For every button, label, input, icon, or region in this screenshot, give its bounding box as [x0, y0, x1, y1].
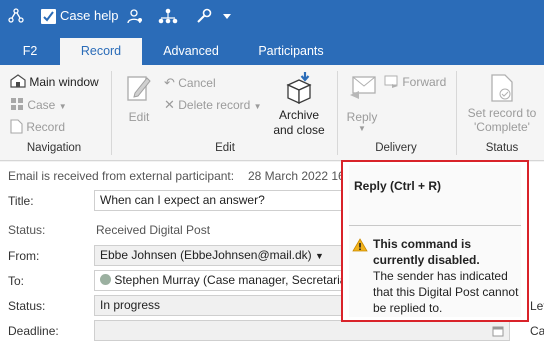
status-group-label: Status [485, 142, 519, 154]
status-label: Status: [8, 223, 46, 237]
title-bar: Case help [0, 0, 544, 32]
presence-dot-icon [100, 274, 111, 285]
forward-label: Forward [402, 75, 447, 89]
set-record-line1: Set record to [467, 106, 537, 120]
received-date: 28 March 2022 16 [248, 169, 345, 183]
main-window-button[interactable]: Main window [10, 74, 99, 89]
archive-label-line2: and close [273, 123, 325, 137]
warning-icon [352, 238, 368, 255]
status-field[interactable]: In progress [94, 295, 346, 316]
ribbon: Main window Case ▼ Record Navigation Edi… [0, 65, 544, 161]
calendar-icon[interactable] [492, 325, 504, 337]
org-chart-icon[interactable] [156, 0, 180, 32]
navigation-group-label: Navigation [26, 142, 82, 154]
edit-button[interactable]: Edit [120, 73, 158, 133]
record-icon [10, 119, 23, 134]
main-window-icon [10, 74, 26, 88]
deadline-label: Deadline: [8, 324, 59, 338]
case-dropdown-icon: ▼ [58, 102, 67, 111]
cancel-label: Cancel [178, 76, 216, 90]
deadline-field[interactable] [94, 320, 510, 341]
case-help-checkbox-icon[interactable] [38, 0, 58, 32]
cancel-button[interactable]: ↶ Cancel [164, 75, 216, 91]
ribbon-tabs: F2 Record Advanced Participants [0, 32, 544, 65]
case-nav-label: Case [27, 98, 56, 112]
status-label-2: Status: [8, 299, 46, 313]
edit-icon [127, 76, 151, 101]
forward-icon [384, 75, 398, 88]
ribbon-separator [337, 71, 338, 155]
case-icon [11, 98, 23, 110]
record-nav-label: Record [26, 120, 66, 134]
delete-record-label: Delete record [178, 98, 251, 112]
tooltip-divider [349, 225, 521, 226]
edit-label: Edit [128, 110, 150, 124]
tooltip-description: The sender has indicated that this Digit… [373, 269, 519, 315]
case-nav-button[interactable]: Case ▼ [10, 97, 67, 112]
reply-dropdown-icon: ▼ [358, 124, 366, 133]
delete-record-button[interactable]: ✕ Delete record ▼ [164, 97, 262, 113]
edit-group-label: Edit [215, 142, 235, 154]
from-field[interactable]: Ebbe Johnsen (EbbeJohnsen@mail.dk) ▼ [94, 245, 346, 266]
forward-button[interactable]: Forward [384, 75, 446, 89]
main-window-label: Main window [29, 75, 99, 89]
user-settings-icon[interactable] [124, 0, 146, 32]
tooltip-warning: This command is currently disabled. [373, 237, 480, 267]
quick-access-dropdown-icon[interactable] [220, 0, 234, 32]
tab-record[interactable]: Record [60, 38, 142, 65]
reply-button[interactable]: Reply ▼ [344, 73, 380, 133]
tab-participants[interactable]: Participants [244, 38, 338, 65]
from-label: From: [8, 249, 40, 263]
delivery-group-label: Delivery [375, 142, 417, 154]
set-record-line2: 'Complete' [474, 120, 530, 134]
record-complete-icon [491, 74, 513, 102]
title-field[interactable]: When can I expect an answer? [94, 190, 346, 211]
archive-box-icon [286, 72, 312, 105]
tab-advanced[interactable]: Advanced [150, 38, 232, 65]
right-partial-label-1: Let [530, 299, 544, 313]
set-record-complete-button[interactable]: Set record to 'Complete' [462, 73, 542, 139]
to-label: To: [8, 274, 25, 288]
undo-icon: ↶ [164, 75, 175, 90]
title-label: Title: [8, 194, 34, 208]
tab-f2[interactable]: F2 [10, 38, 50, 65]
delete-dropdown-icon: ▼ [253, 102, 262, 111]
received-status-value: Received Digital Post [96, 223, 211, 237]
archive-and-close-button[interactable]: Archive and close [268, 71, 330, 139]
ribbon-separator [456, 71, 457, 155]
from-dropdown-icon: ▼ [314, 251, 324, 261]
case-help-label[interactable]: Case help [60, 0, 119, 32]
right-partial-label-2: Cas [530, 324, 544, 338]
reply-icon [350, 76, 376, 99]
wrench-icon[interactable] [194, 0, 214, 32]
reply-tooltip: Reply (Ctrl + R) This command is current… [341, 160, 529, 322]
reply-label: Reply [346, 110, 378, 124]
from-value: Ebbe Johnsen (EbbeJohnsen@mail.dk) [100, 248, 312, 262]
app-menu-icon[interactable] [6, 0, 26, 32]
external-participant-info: Email is received from external particip… [8, 169, 235, 183]
archive-label-line1: Archive [278, 108, 319, 122]
to-field[interactable]: Stephen Murray (Case manager, Secretaria… [94, 270, 346, 291]
tooltip-title: Reply (Ctrl + R) [354, 179, 442, 193]
ribbon-separator [111, 71, 112, 155]
delete-icon: ✕ [164, 97, 175, 112]
to-value: Stephen Murray (Case manager, Secretaria… [114, 273, 346, 287]
tooltip-body: Reply (Ctrl + R) This command is current… [349, 165, 521, 317]
record-nav-button[interactable]: Record [10, 119, 65, 134]
